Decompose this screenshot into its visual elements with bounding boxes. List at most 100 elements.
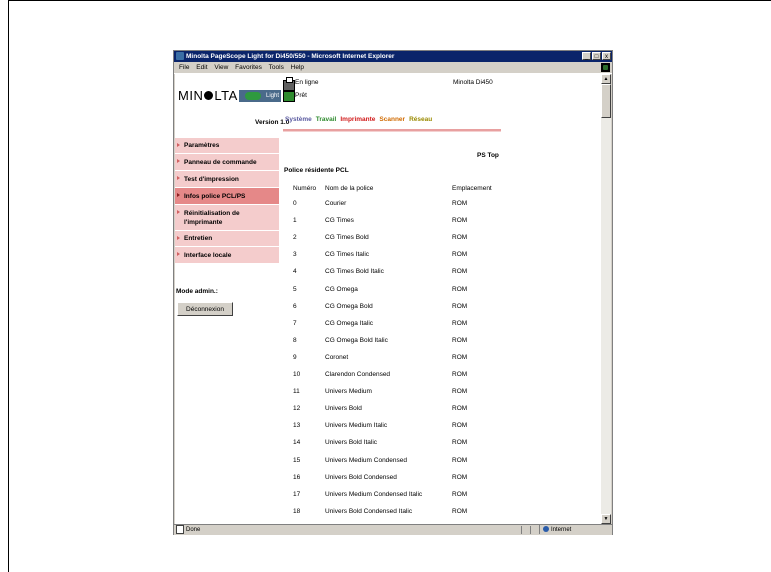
font-number: 7 [293, 319, 297, 327]
font-number: 13 [293, 422, 301, 430]
font-number: 17 [293, 490, 301, 498]
tab-scanner[interactable]: Scanner [377, 114, 407, 126]
ready-status: Prêt [295, 92, 307, 99]
tab-imprimante[interactable]: Imprimante [338, 114, 377, 126]
vertical-scrollbar[interactable]: ▲ ▼ [601, 74, 611, 524]
logo-o-icon [204, 91, 214, 101]
table-row: 17 Univers Medium Condensed Italic ROM [175, 488, 601, 505]
font-name: Coronet [325, 353, 349, 361]
maximize-button[interactable]: □ [592, 52, 601, 60]
online-status: En ligne [295, 79, 319, 86]
font-number: 15 [293, 456, 301, 464]
menu-view[interactable]: View [214, 64, 228, 71]
scroll-up-icon[interactable]: ▲ [601, 74, 611, 84]
main-tabs: Système Travail Imprimante Scanner Résea… [283, 114, 434, 126]
tab-systeme[interactable]: Système [283, 114, 314, 126]
printer-model: Minolta Di450 [453, 79, 493, 86]
font-location: ROM [452, 234, 468, 242]
close-button[interactable]: x [602, 52, 611, 60]
header-nom: Nom de la police [325, 185, 374, 192]
scroll-thumb[interactable] [601, 84, 611, 118]
font-location: ROM [452, 268, 468, 276]
font-number: 5 [293, 285, 297, 293]
font-name: Clarendon Condensed [325, 371, 391, 378]
status-divider [530, 526, 531, 534]
header-emplacement: Emplacement [452, 185, 492, 192]
font-location: ROM [452, 251, 468, 259]
arrow-right-icon [177, 176, 180, 180]
table-row: 2 CG Times Bold ROM [175, 231, 601, 248]
font-location: ROM [452, 422, 468, 430]
table-row: 4 CG Times Bold Italic ROM [175, 265, 601, 282]
font-location: ROM [452, 371, 468, 378]
font-location: ROM [452, 456, 468, 464]
table-row: 10 Clarendon Condensed ROM [175, 368, 601, 385]
tab-underline-shadow [283, 131, 501, 132]
font-name: Univers Medium Condensed [325, 456, 408, 464]
font-location: ROM [452, 353, 468, 361]
font-name: CG Times [325, 217, 354, 225]
sidebar-item-parametres[interactable]: Paramètres [175, 138, 279, 154]
pagescope-light-text: Light [265, 93, 279, 99]
minimize-button[interactable]: _ [582, 52, 591, 60]
sidebar-item-test[interactable]: Test d'impression [175, 171, 279, 188]
page-left-border [8, 0, 9, 572]
sidebar-item-label: Panneau de commande [184, 159, 257, 166]
font-name: Univers Bold Condensed Italic [325, 507, 413, 515]
browser-window: Minolta PageScope Light for Di450/550 - … [173, 50, 613, 535]
font-name: CG Times Bold Italic [325, 268, 384, 276]
tab-travail[interactable]: Travail [314, 114, 339, 126]
font-number: 10 [293, 371, 301, 378]
window-controls: _ □ x [582, 52, 611, 60]
font-location: ROM [452, 285, 468, 293]
font-location: ROM [452, 490, 468, 498]
font-number: 6 [293, 302, 297, 310]
font-name: CG Omega Bold [325, 302, 373, 310]
page-icon [176, 525, 184, 534]
table-row: 0 Courier ROM [175, 197, 601, 214]
pagescope-logo: Light [239, 90, 281, 102]
arrow-right-icon [177, 159, 180, 163]
minolta-logo: MIN LTA [178, 88, 238, 103]
font-number: 8 [293, 336, 297, 344]
font-location: ROM [452, 200, 468, 207]
font-location: ROM [452, 319, 468, 327]
status-text: Done [186, 527, 201, 534]
font-location: ROM [452, 388, 468, 396]
font-name: Univers Medium Italic [325, 422, 388, 430]
title-bar: Minolta PageScope Light for Di450/550 - … [174, 51, 612, 62]
menu-tools[interactable]: Tools [269, 64, 284, 71]
printer-icon [283, 77, 295, 91]
security-zone: Internet [539, 525, 612, 534]
table-row: 16 Univers Bold Condensed ROM [175, 471, 601, 488]
menu-file[interactable]: File [179, 64, 189, 71]
font-number: 16 [293, 473, 301, 481]
font-number: 2 [293, 234, 297, 242]
tab-reseau[interactable]: Réseau [407, 114, 434, 126]
table-row: 9 Coronet ROM [175, 351, 601, 368]
table-row: 15 Univers Medium Condensed ROM [175, 454, 601, 471]
font-name: Univers Bold [325, 405, 362, 413]
font-number: 3 [293, 251, 297, 259]
font-location: ROM [452, 439, 468, 447]
sidebar-item-panneau[interactable]: Panneau de commande [175, 154, 279, 171]
font-name: CG Omega Bold Italic [325, 336, 388, 344]
menu-edit[interactable]: Edit [196, 64, 207, 71]
font-location: ROM [452, 336, 468, 344]
logo-left-text: MIN [178, 88, 204, 103]
table-row: 7 CG Omega Italic ROM [175, 317, 601, 334]
ps-top-link[interactable]: PS Top [477, 152, 499, 159]
scroll-down-icon[interactable]: ▼ [601, 514, 611, 524]
menu-favorites[interactable]: Favorites [235, 64, 262, 71]
table-row: 6 CG Omega Bold ROM [175, 300, 601, 317]
font-location: ROM [452, 473, 468, 481]
font-name: CG Omega [325, 285, 358, 293]
menu-help[interactable]: Help [291, 64, 304, 71]
font-number: 9 [293, 353, 297, 361]
menu-bar: File Edit View Favorites Tools Help [174, 62, 612, 74]
window-title: Minolta PageScope Light for Di450/550 - … [186, 53, 395, 60]
font-name: CG Times Italic [325, 251, 370, 259]
font-name: Univers Medium [325, 388, 372, 396]
font-name: CG Omega Italic [325, 319, 374, 327]
font-number: 4 [293, 268, 297, 276]
